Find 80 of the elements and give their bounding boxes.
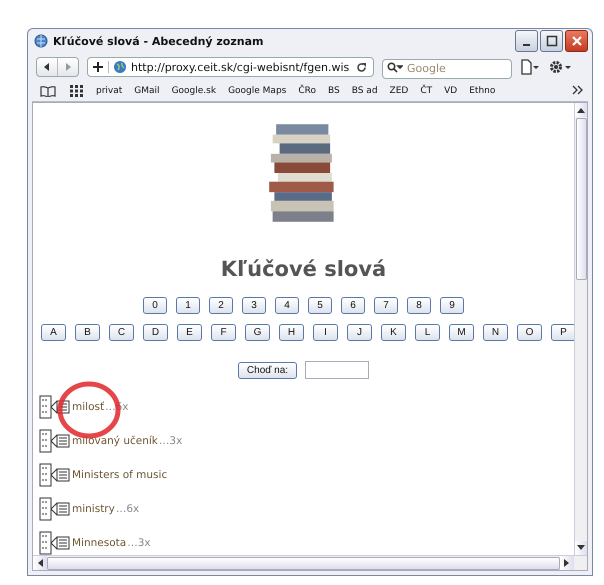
digit-button[interactable]: 6 [341, 297, 365, 314]
scroll-up-icon[interactable] [575, 103, 587, 117]
forward-arrow-icon [63, 62, 73, 72]
digit-button[interactable]: 8 [407, 297, 431, 314]
letter-button[interactable]: B [75, 324, 100, 341]
letter-button[interactable]: K [381, 324, 406, 341]
digit-button[interactable]: 1 [176, 297, 200, 314]
bookmark-link[interactable]: BS [328, 86, 340, 96]
digit-button[interactable]: 0 [143, 297, 167, 314]
bookmark-link[interactable]: ZED [390, 86, 408, 96]
page-heading: Kľúčové slová [220, 257, 386, 281]
keyword-link[interactable]: milosť [72, 401, 104, 413]
goto-button[interactable]: Choď na: [238, 362, 298, 378]
letter-button[interactable]: I [313, 324, 338, 341]
minimize-button[interactable] [515, 30, 538, 52]
keyword-link[interactable]: ministry [72, 503, 115, 515]
digit-button[interactable]: 2 [209, 297, 233, 314]
scroll-thumb[interactable] [576, 118, 586, 280]
reload-icon[interactable] [356, 62, 367, 72]
goto-input[interactable] [305, 361, 370, 379]
thesaurus-icon [39, 429, 71, 453]
digit-button[interactable]: 4 [275, 297, 299, 314]
occurrence-count: …6x [116, 503, 140, 515]
letter-button[interactable]: C [109, 324, 134, 341]
letter-button[interactable]: O [517, 324, 542, 341]
scroll-right-icon[interactable] [560, 556, 574, 570]
bookmark-link[interactable]: VD [444, 86, 458, 96]
letter-button[interactable]: J [347, 324, 372, 341]
bookmark-link[interactable]: privat [96, 86, 122, 96]
bookmark-link[interactable]: BS ad [352, 86, 378, 96]
bookmark-link[interactable]: Ethno [469, 86, 496, 96]
horizontal-scrollbar[interactable] [33, 555, 587, 570]
scroll-left-icon[interactable] [33, 556, 47, 570]
search-icon [387, 62, 403, 73]
vertical-scrollbar[interactable] [574, 103, 587, 555]
thesaurus-icon [39, 395, 71, 419]
bookmark-link[interactable]: Google.sk [172, 86, 216, 96]
letter-button[interactable]: A [41, 324, 66, 341]
search-field[interactable]: Google [382, 58, 512, 78]
keyword-link[interactable]: Minnesota [72, 537, 126, 549]
letter-button[interactable]: E [177, 324, 202, 341]
keyword-link[interactable]: milovaný učeník [72, 435, 158, 447]
bookmark-link[interactable]: ČT [420, 86, 432, 96]
digit-button[interactable]: 9 [440, 297, 464, 314]
globe-icon [113, 60, 127, 74]
letter-button[interactable]: G [245, 324, 270, 341]
thesaurus-icon [39, 531, 71, 555]
globe-icon [34, 34, 48, 48]
letter-button[interactable]: F [211, 324, 236, 341]
keyword-link[interactable]: Ministers of music [72, 469, 168, 481]
url-text: http://proxy.ceit.sk/cgi-webisnt/fgen.wis [131, 60, 350, 74]
thesaurus-icon [39, 463, 71, 487]
letter-button[interactable]: D [143, 324, 168, 341]
letter-button[interactable]: L [415, 324, 440, 341]
digit-button[interactable]: 3 [242, 297, 266, 314]
scroll-thumb[interactable] [47, 556, 560, 570]
address-bar[interactable]: http://proxy.ceit.sk/cgi-webisnt/fgen.wis [87, 57, 374, 77]
letter-button[interactable]: N [483, 324, 508, 341]
bookmark-link[interactable]: Google Maps [228, 86, 286, 96]
occurrence-count: …3x [158, 435, 182, 447]
thesaurus-icon [39, 497, 71, 521]
letter-button[interactable]: P [551, 324, 574, 341]
close-button[interactable] [565, 30, 588, 52]
digit-button[interactable]: 5 [308, 297, 332, 314]
bookmark-link[interactable]: ČRo [298, 86, 316, 96]
grid-icon[interactable] [70, 85, 84, 97]
book-icon[interactable] [40, 85, 56, 97]
bookmark-link[interactable]: GMail [134, 86, 160, 96]
plus-icon[interactable] [92, 61, 109, 73]
settings-icon[interactable] [548, 59, 572, 75]
maximize-button[interactable] [540, 30, 563, 52]
back-arrow-icon [42, 62, 52, 72]
digit-button[interactable]: 7 [374, 297, 398, 314]
occurrence-count: …3x [127, 537, 151, 549]
letter-button[interactable]: H [279, 324, 304, 341]
page-menu-icon[interactable] [520, 59, 540, 75]
scroll-down-icon[interactable] [575, 541, 587, 555]
minimize-icon [523, 44, 530, 46]
letter-button[interactable]: M [449, 324, 474, 341]
window-title: Kľúčové slová - Abecedný zoznam [53, 34, 264, 48]
